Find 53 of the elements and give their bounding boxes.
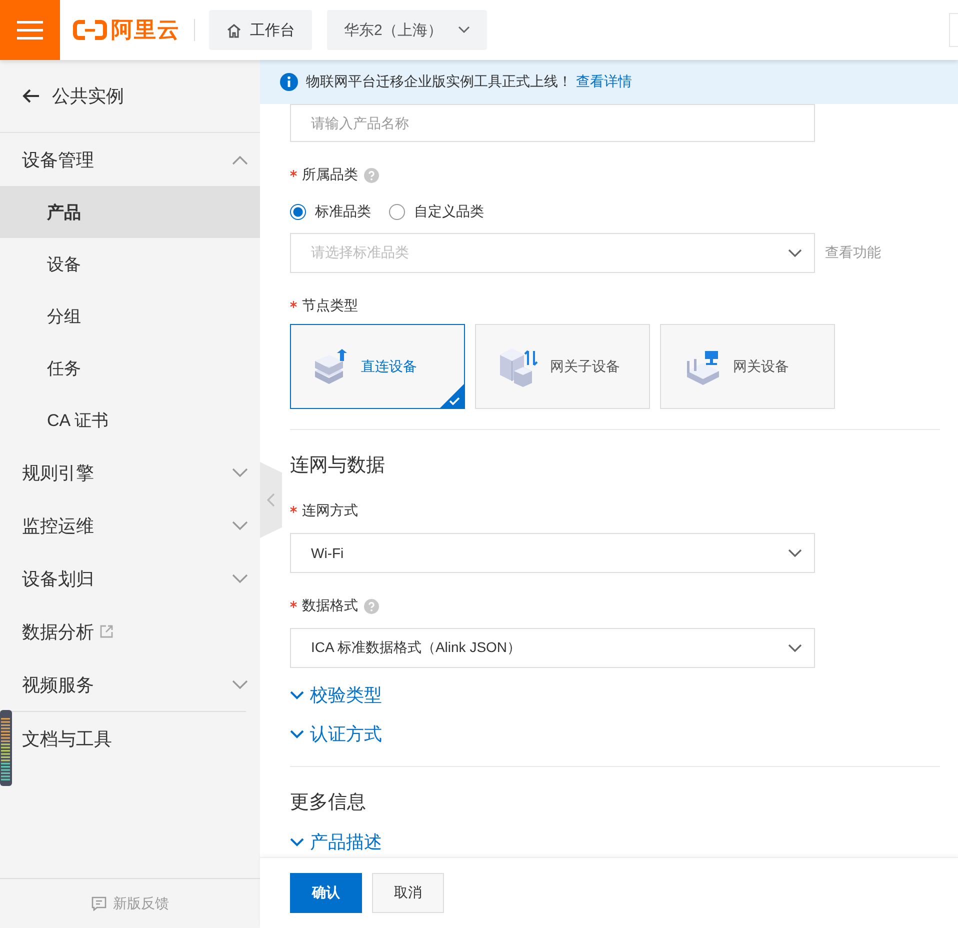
field-label: 连网方式 (302, 502, 358, 520)
panel-edge (949, 13, 958, 47)
details-link[interactable]: 查看详情 (576, 73, 632, 91)
product-name-field[interactable]: 请输入产品名称 (290, 104, 815, 142)
sidebar-subitem[interactable]: 分组 (0, 290, 260, 342)
expand-toggle[interactable]: 产品描述 (290, 830, 382, 854)
menu-icon (17, 20, 43, 40)
field-label: 所属品类 (302, 166, 358, 184)
node-type-card[interactable]: 网关设备 (660, 324, 835, 409)
radio-option[interactable]: 自定义品类 (389, 203, 484, 221)
confirm-button[interactable]: 确认 (290, 873, 362, 913)
select-field[interactable]: Wi-Fi (290, 533, 815, 573)
node-type-card[interactable]: 网关子设备 (475, 324, 650, 409)
sidebar-item[interactable]: 文档与工具 (14, 712, 260, 765)
sidebar-item[interactable]: 设备管理 (14, 133, 260, 186)
field-label: 数据格式 (302, 597, 358, 615)
info-icon (280, 73, 298, 91)
radio-option[interactable]: 标准品类 (290, 203, 371, 221)
cancel-button[interactable]: 取消 (372, 873, 444, 913)
sidebar-subitem[interactable]: 产品 (0, 186, 260, 238)
section-title: 连网与数据 (290, 454, 386, 478)
expand-toggle[interactable]: 认证方式 (290, 722, 382, 746)
equalizer-widget-icon (0, 710, 12, 786)
logo-icon (73, 19, 107, 41)
section-title: 更多信息 (290, 791, 367, 815)
message-icon (91, 896, 107, 911)
chevron-down-icon (458, 26, 470, 34)
back-arrow-icon (22, 88, 40, 104)
selected-corner-icon (440, 384, 464, 408)
sidebar-item[interactable]: 规则引擎 (14, 446, 260, 499)
node-type-card[interactable]: 直连设备 (290, 324, 465, 409)
expand-toggle[interactable]: 校验类型 (290, 683, 382, 707)
workbench-button[interactable]: 工作台 (209, 10, 312, 50)
external-link-icon (100, 625, 113, 638)
sidebar-item[interactable]: 视频服务 (14, 658, 260, 711)
cubes-arrows-icon (498, 346, 540, 386)
sidebar-subitem[interactable]: 设备 (0, 238, 260, 290)
region-dropdown[interactable]: 华东2（上海） (327, 10, 488, 50)
chevron-left-icon (267, 493, 275, 507)
sidebar-subitem[interactable]: 任务 (0, 342, 260, 394)
chevron-down-icon (788, 249, 802, 257)
sidebar-item[interactable]: 设备划归 (14, 552, 260, 605)
sidebar-item[interactable]: 监控运维 (14, 499, 260, 552)
chevron-down-icon (788, 549, 802, 557)
back-link[interactable]: 公共实例 (0, 60, 260, 132)
sidebar-subitem[interactable]: CA 证书 (0, 394, 260, 446)
menu-button[interactable] (0, 0, 60, 60)
notice-text: 物联网平台迁移企业版实例工具正式上线！ (306, 73, 572, 91)
field-label: 节点类型 (302, 297, 358, 315)
chevron-down-icon (788, 644, 802, 652)
home-icon (226, 22, 242, 38)
sidebar-item[interactable]: 数据分析 (14, 605, 260, 658)
select-field[interactable]: ICA 标准数据格式（Alink JSON） (290, 628, 815, 668)
